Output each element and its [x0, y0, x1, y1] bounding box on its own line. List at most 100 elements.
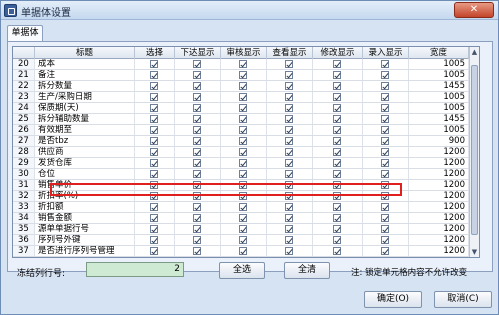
checkbox[interactable] — [381, 203, 389, 211]
checkbox[interactable] — [285, 126, 293, 134]
checkbox[interactable] — [193, 225, 201, 233]
scroll-down-icon[interactable]: ▼ — [470, 247, 479, 257]
checkbox[interactable] — [381, 236, 389, 244]
row-width[interactable]: 1200 — [409, 246, 469, 256]
checkbox[interactable] — [381, 225, 389, 233]
table-row[interactable]: 24 保质期(天) 1005 — [13, 103, 469, 114]
row-width[interactable]: 1200 — [409, 213, 469, 223]
checkbox[interactable] — [193, 148, 201, 156]
row-width[interactable]: 1200 — [409, 224, 469, 234]
checkbox[interactable] — [150, 203, 158, 211]
table-row[interactable]: 25 拆分辅助数量 1455 — [13, 114, 469, 125]
checkbox[interactable] — [193, 159, 201, 167]
checkbox[interactable] — [150, 126, 158, 134]
table-row[interactable]: 22 拆分数量 1455 — [13, 81, 469, 92]
checkbox[interactable] — [239, 115, 247, 123]
row-title[interactable]: 仓位 — [35, 169, 135, 179]
column-header[interactable]: 选择 — [135, 47, 175, 59]
row-title[interactable]: 生产/采购日期 — [35, 92, 135, 102]
table-row[interactable]: 30 仓位 1200 — [13, 169, 469, 180]
checkbox[interactable] — [239, 148, 247, 156]
checkbox[interactable] — [333, 82, 341, 90]
table-row[interactable]: 20 成本 1005 — [13, 59, 469, 70]
row-width[interactable]: 1005 — [409, 92, 469, 102]
column-header[interactable]: 审核显示 — [221, 47, 267, 59]
checkbox[interactable] — [193, 60, 201, 68]
checkbox[interactable] — [150, 236, 158, 244]
checkbox[interactable] — [285, 60, 293, 68]
row-width[interactable]: 1200 — [409, 147, 469, 157]
checkbox[interactable] — [333, 214, 341, 222]
checkbox[interactable] — [239, 236, 247, 244]
checkbox[interactable] — [285, 82, 293, 90]
checkbox[interactable] — [381, 60, 389, 68]
checkbox[interactable] — [193, 214, 201, 222]
checkbox[interactable] — [239, 214, 247, 222]
row-title[interactable]: 有效期至 — [35, 125, 135, 135]
checkbox[interactable] — [285, 104, 293, 112]
checkbox[interactable] — [150, 104, 158, 112]
checkbox[interactable] — [333, 93, 341, 101]
checkbox[interactable] — [150, 214, 158, 222]
tab-document-body[interactable]: 单据体 — [7, 25, 43, 42]
row-width[interactable]: 1200 — [409, 202, 469, 212]
row-title[interactable]: 拆分辅助数量 — [35, 114, 135, 124]
checkbox[interactable] — [239, 93, 247, 101]
column-header[interactable]: 标题 — [35, 47, 135, 59]
scrollbar-thumb[interactable] — [471, 65, 478, 235]
table-row[interactable]: 35 源单单据行号 1200 — [13, 224, 469, 235]
row-title[interactable]: 拆分数量 — [35, 81, 135, 91]
clear-all-button[interactable]: 全清 — [284, 262, 330, 279]
checkbox[interactable] — [333, 247, 341, 255]
checkbox[interactable] — [333, 148, 341, 156]
row-width[interactable]: 1005 — [409, 125, 469, 135]
close-button[interactable]: ✕ — [454, 2, 494, 18]
checkbox[interactable] — [193, 82, 201, 90]
row-width[interactable]: 1200 — [409, 158, 469, 168]
checkbox[interactable] — [193, 104, 201, 112]
row-title[interactable]: 供应商 — [35, 147, 135, 157]
row-width[interactable]: 1200 — [409, 169, 469, 179]
freeze-column-input[interactable]: 2 — [86, 262, 184, 277]
checkbox[interactable] — [150, 82, 158, 90]
select-all-button[interactable]: 全选 — [219, 262, 265, 279]
checkbox[interactable] — [381, 247, 389, 255]
row-width[interactable]: 1005 — [409, 70, 469, 80]
checkbox[interactable] — [150, 148, 158, 156]
column-header[interactable]: 修改显示 — [313, 47, 363, 59]
checkbox[interactable] — [239, 137, 247, 145]
table-row[interactable]: 29 发货仓库 1200 — [13, 158, 469, 169]
row-title[interactable]: 成本 — [35, 59, 135, 69]
row-width[interactable]: 1455 — [409, 81, 469, 91]
checkbox[interactable] — [381, 71, 389, 79]
row-width[interactable]: 1200 — [409, 180, 469, 190]
checkbox[interactable] — [381, 214, 389, 222]
checkbox[interactable] — [239, 247, 247, 255]
checkbox[interactable] — [285, 71, 293, 79]
checkbox[interactable] — [285, 203, 293, 211]
checkbox[interactable] — [333, 225, 341, 233]
checkbox[interactable] — [150, 159, 158, 167]
checkbox[interactable] — [150, 115, 158, 123]
checkbox[interactable] — [333, 126, 341, 134]
checkbox[interactable] — [150, 170, 158, 178]
checkbox[interactable] — [150, 247, 158, 255]
row-title[interactable]: 源单单据行号 — [35, 224, 135, 234]
checkbox[interactable] — [239, 71, 247, 79]
checkbox[interactable] — [285, 214, 293, 222]
row-title[interactable]: 是否tbz — [35, 136, 135, 146]
checkbox[interactable] — [150, 93, 158, 101]
checkbox[interactable] — [150, 60, 158, 68]
row-title[interactable]: 发货仓库 — [35, 158, 135, 168]
table-row[interactable]: 36 序列号外键 1200 — [13, 235, 469, 246]
ok-button[interactable]: 确定(O) — [364, 291, 422, 308]
checkbox[interactable] — [239, 82, 247, 90]
table-row[interactable]: 27 是否tbz 900 — [13, 136, 469, 147]
checkbox[interactable] — [285, 225, 293, 233]
checkbox[interactable] — [381, 148, 389, 156]
checkbox[interactable] — [193, 203, 201, 211]
checkbox[interactable] — [150, 71, 158, 79]
row-width[interactable]: 1005 — [409, 103, 469, 113]
checkbox[interactable] — [381, 82, 389, 90]
checkbox[interactable] — [239, 60, 247, 68]
